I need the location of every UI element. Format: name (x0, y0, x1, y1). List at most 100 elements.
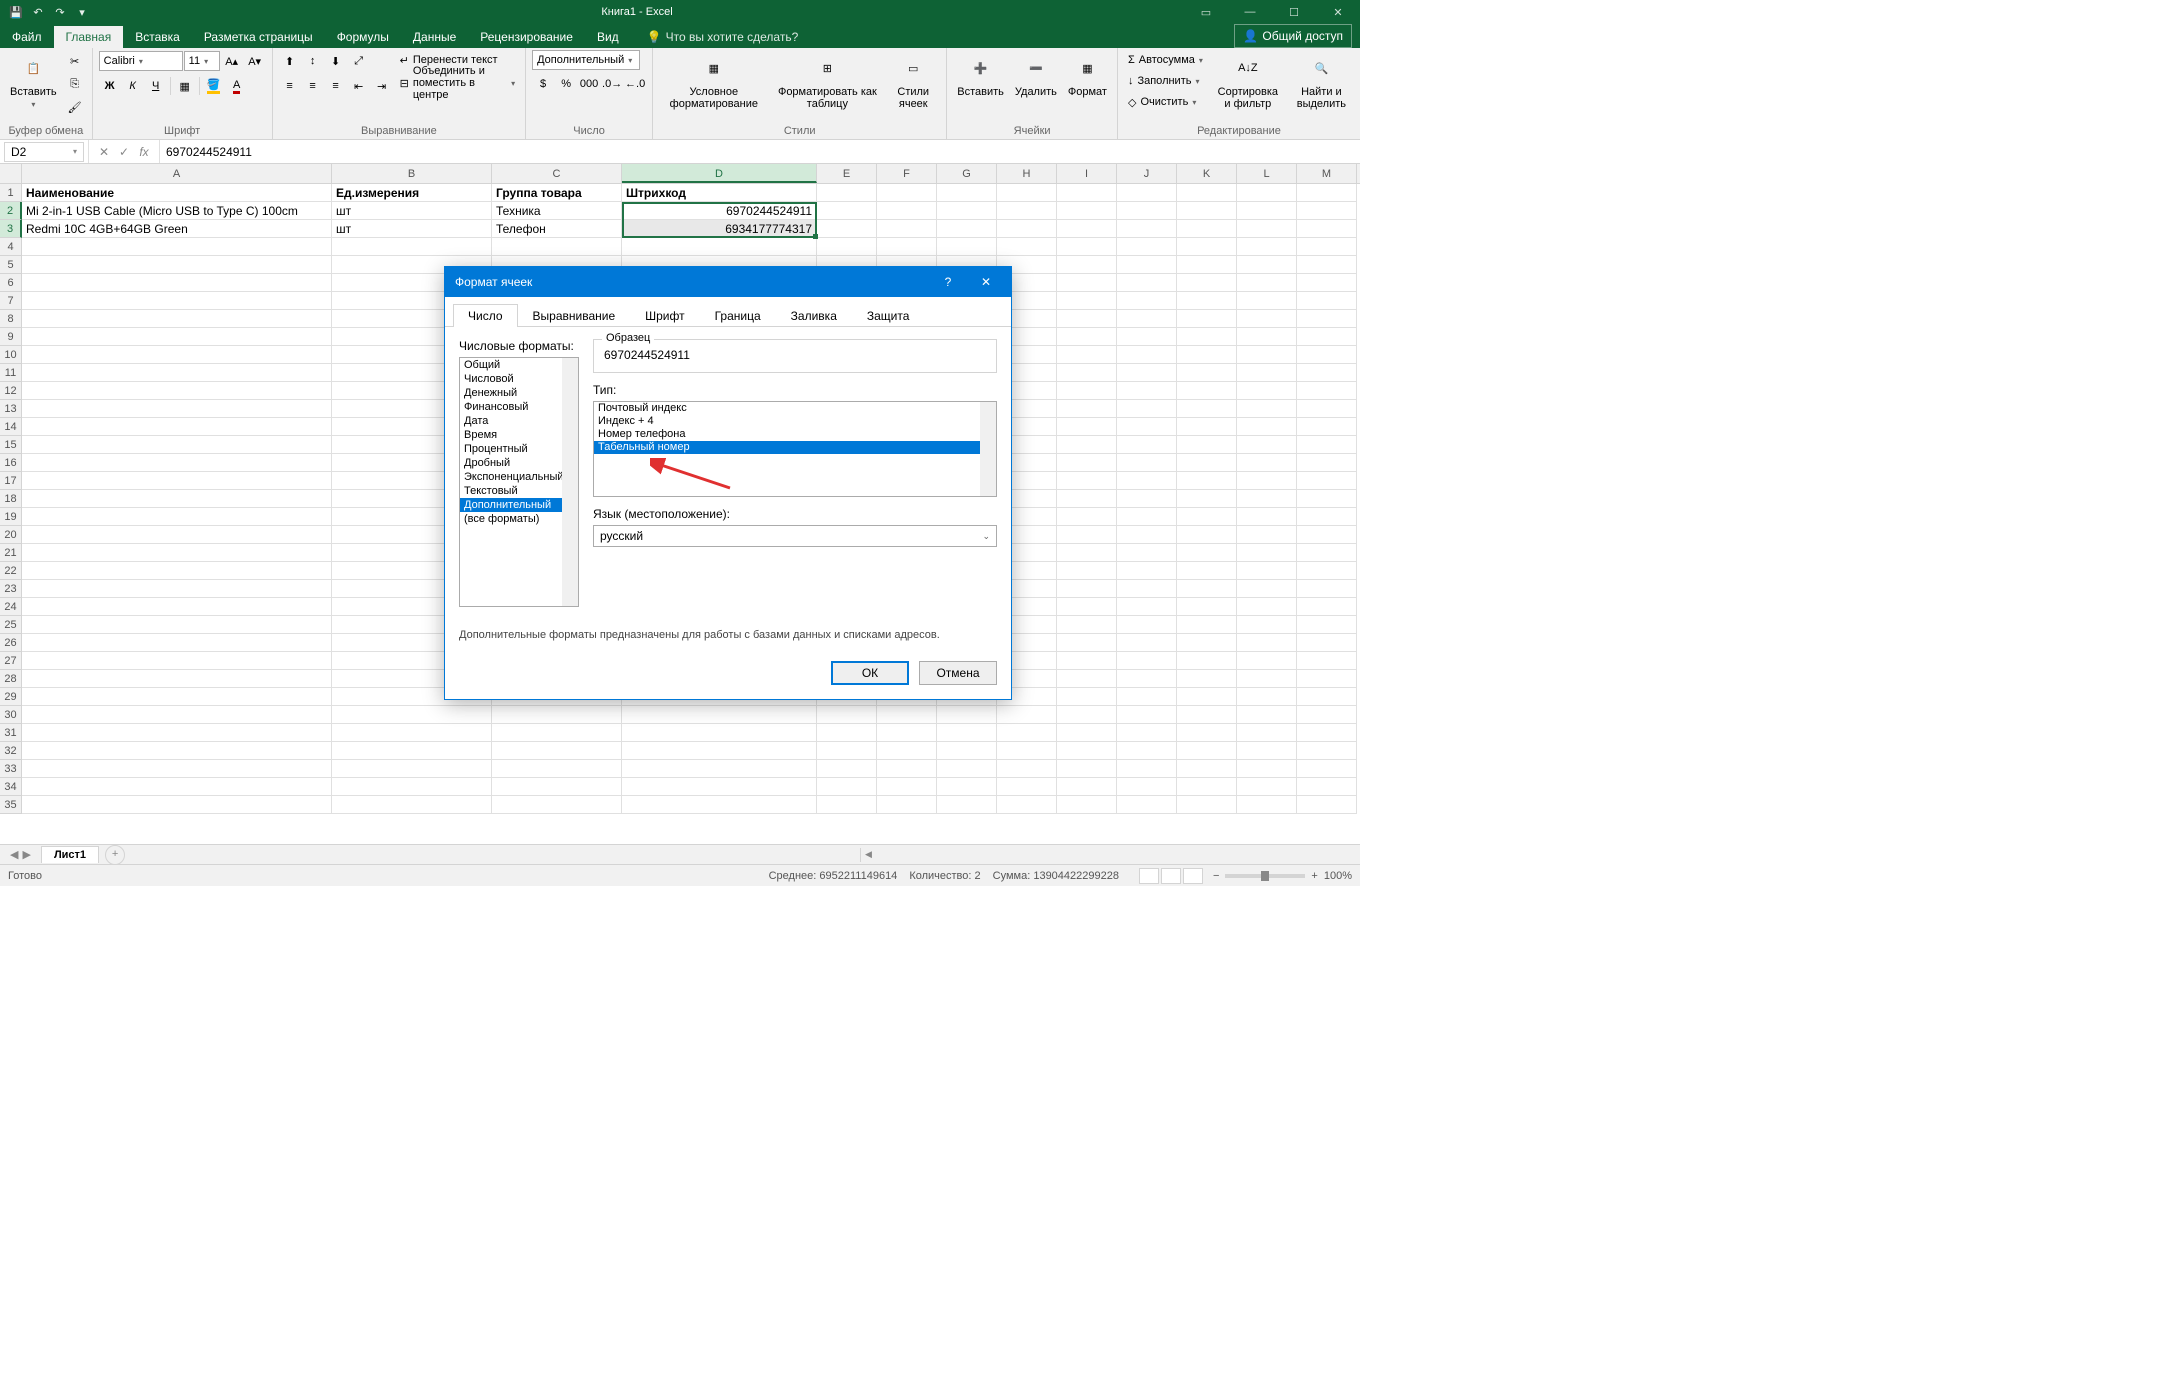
undo-icon[interactable]: ↶ (30, 4, 46, 20)
cell[interactable] (22, 382, 332, 400)
cell[interactable] (22, 274, 332, 292)
cell[interactable] (817, 742, 877, 760)
cell[interactable] (22, 688, 332, 706)
cell[interactable] (332, 706, 492, 724)
maximize-icon[interactable]: ☐ (1272, 0, 1316, 24)
cell[interactable] (1237, 670, 1297, 688)
cell[interactable] (22, 634, 332, 652)
dialog-close-icon[interactable]: ✕ (971, 275, 1001, 289)
cell[interactable] (1237, 508, 1297, 526)
row-header[interactable]: 9 (0, 328, 22, 346)
cell[interactable]: Mi 2-in-1 USB Cable (Micro USB to Type C… (22, 202, 332, 220)
row-header[interactable]: 18 (0, 490, 22, 508)
cell[interactable] (332, 760, 492, 778)
cell[interactable] (1057, 670, 1117, 688)
cell[interactable] (937, 184, 997, 202)
align-middle-button[interactable]: ↕ (302, 50, 324, 72)
cell[interactable] (937, 742, 997, 760)
category-item[interactable]: Финансовый (460, 400, 578, 414)
align-left-button[interactable]: ≡ (279, 75, 301, 97)
cell[interactable] (22, 328, 332, 346)
cell[interactable] (1057, 580, 1117, 598)
cell[interactable] (1297, 292, 1357, 310)
cell-styles-button[interactable]: ▭Стили ячеек (886, 50, 940, 112)
italic-button[interactable]: К (122, 75, 144, 97)
cell[interactable] (1297, 598, 1357, 616)
row-header[interactable]: 21 (0, 544, 22, 562)
font-color-button[interactable]: A (226, 75, 248, 97)
cell[interactable] (22, 616, 332, 634)
cell[interactable] (877, 796, 937, 814)
category-item[interactable]: Общий (460, 358, 578, 372)
cell[interactable] (1117, 562, 1177, 580)
cell[interactable] (22, 670, 332, 688)
cell[interactable] (332, 778, 492, 796)
cell[interactable] (877, 706, 937, 724)
cell[interactable] (1177, 760, 1237, 778)
cell[interactable] (817, 220, 877, 238)
delete-cells-button[interactable]: ➖Удалить (1011, 50, 1061, 100)
cell[interactable] (1297, 472, 1357, 490)
cell[interactable] (1297, 220, 1357, 238)
cell[interactable] (622, 706, 817, 724)
cell[interactable] (1117, 328, 1177, 346)
tab-home[interactable]: Главная (54, 26, 124, 48)
cell[interactable] (1117, 706, 1177, 724)
cell[interactable] (997, 742, 1057, 760)
cell[interactable] (622, 796, 817, 814)
cell[interactable] (817, 796, 877, 814)
cell[interactable] (1237, 310, 1297, 328)
cell[interactable] (1177, 418, 1237, 436)
cell[interactable] (332, 796, 492, 814)
cell[interactable] (1177, 472, 1237, 490)
enter-formula-icon[interactable]: ✓ (115, 145, 133, 159)
cell[interactable] (1057, 706, 1117, 724)
cell[interactable] (1297, 238, 1357, 256)
cell[interactable]: Группа товара (492, 184, 622, 202)
column-header[interactable]: A (22, 164, 332, 183)
cell[interactable] (1297, 184, 1357, 202)
cell[interactable] (817, 202, 877, 220)
cell[interactable] (817, 778, 877, 796)
cell[interactable] (1297, 400, 1357, 418)
locale-dropdown[interactable]: русский⌄ (593, 525, 997, 547)
cell[interactable] (1237, 292, 1297, 310)
cell[interactable] (22, 472, 332, 490)
cell[interactable] (1177, 454, 1237, 472)
cell[interactable] (22, 436, 332, 454)
align-bottom-button[interactable]: ⬇ (325, 50, 347, 72)
tab-insert[interactable]: Вставка (123, 26, 192, 48)
category-item[interactable]: Дата (460, 414, 578, 428)
comma-format-button[interactable]: 000 (578, 73, 600, 95)
cell[interactable] (1177, 634, 1237, 652)
cell[interactable] (1117, 454, 1177, 472)
cell[interactable] (877, 238, 937, 256)
cell[interactable] (1237, 256, 1297, 274)
fill-button[interactable]: ↓Заполнить▾ (1124, 71, 1207, 91)
category-item[interactable]: Время (460, 428, 578, 442)
row-header[interactable]: 19 (0, 508, 22, 526)
cell[interactable] (817, 184, 877, 202)
cell[interactable] (1117, 400, 1177, 418)
cell[interactable] (937, 796, 997, 814)
cell[interactable] (1297, 652, 1357, 670)
cell[interactable] (1117, 220, 1177, 238)
cell[interactable] (1237, 616, 1297, 634)
type-listbox[interactable]: Почтовый индексИндекс + 4Номер телефонаТ… (593, 401, 997, 497)
row-header[interactable]: 12 (0, 382, 22, 400)
cell[interactable] (22, 454, 332, 472)
cell[interactable] (1237, 490, 1297, 508)
cell[interactable] (492, 238, 622, 256)
cell[interactable] (937, 778, 997, 796)
copy-button[interactable]: ⎘ (64, 73, 86, 95)
bold-button[interactable]: Ж (99, 75, 121, 97)
cell[interactable] (1177, 238, 1237, 256)
cell[interactable] (817, 724, 877, 742)
cell[interactable] (997, 238, 1057, 256)
cell[interactable] (817, 760, 877, 778)
cell[interactable] (22, 652, 332, 670)
cell[interactable] (877, 724, 937, 742)
cell[interactable] (817, 238, 877, 256)
cell[interactable] (1057, 310, 1117, 328)
font-size-combo[interactable]: 11▾ (184, 51, 220, 71)
